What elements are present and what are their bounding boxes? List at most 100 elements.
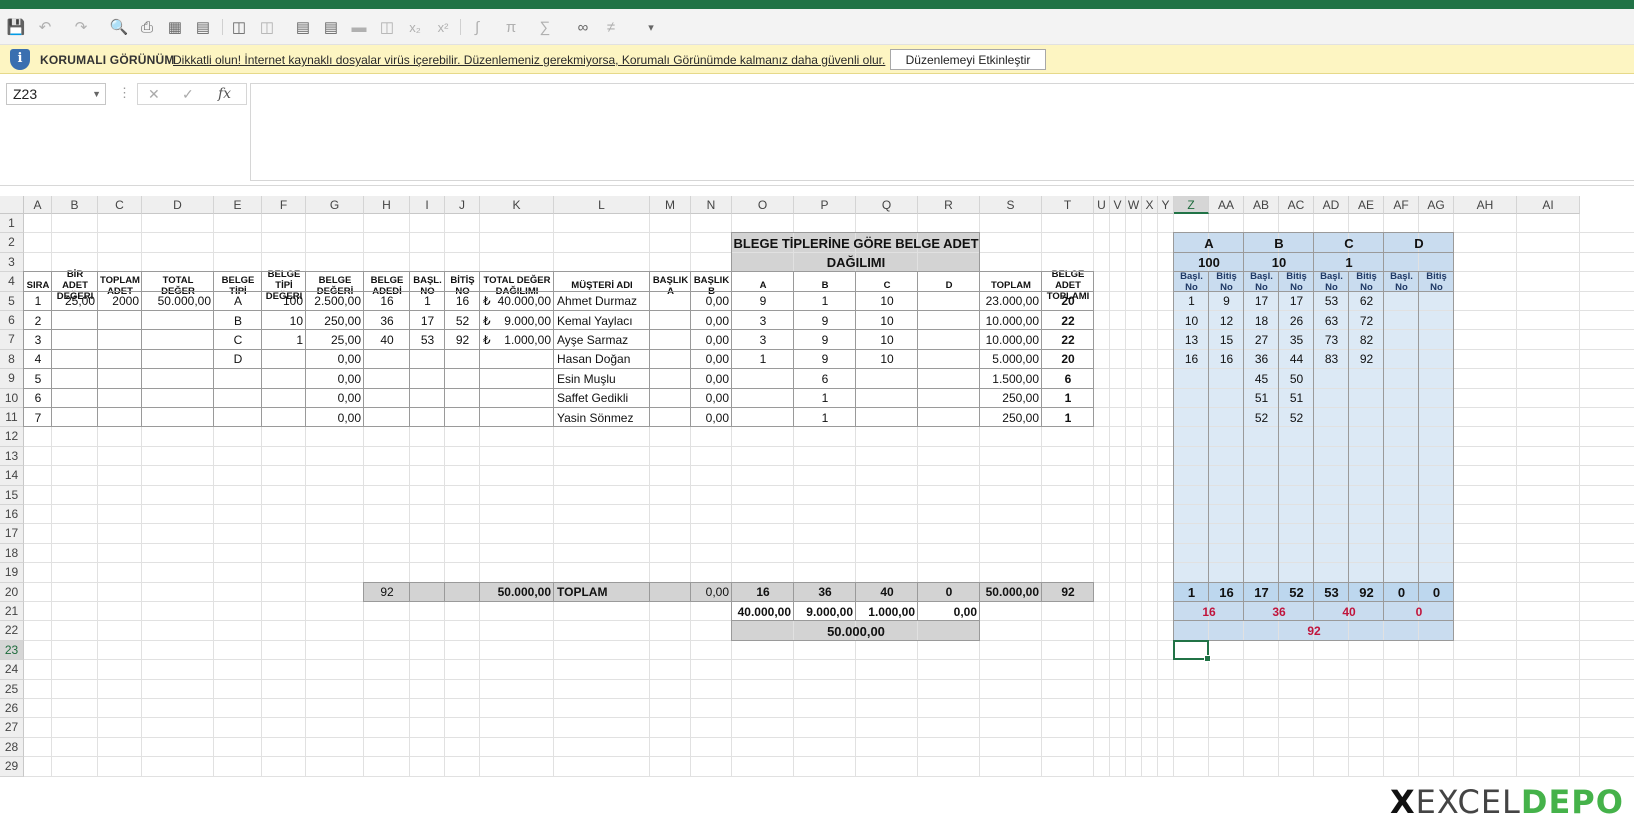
row-header-12[interactable]: 12	[0, 427, 24, 447]
column-header-m[interactable]: M	[650, 196, 691, 214]
sigma-icon[interactable]: ∑	[534, 16, 556, 38]
chevron-down-icon[interactable]: ▼	[92, 84, 101, 104]
redo-icon[interactable]: ↷	[70, 16, 92, 38]
column-header-v[interactable]: V	[1110, 196, 1126, 214]
row-header-9[interactable]: 9	[0, 369, 24, 389]
column-header-q[interactable]: Q	[856, 196, 918, 214]
insert-function-icon[interactable]: fx	[218, 86, 231, 102]
row-header-15[interactable]: 15	[0, 485, 24, 505]
row-header-19[interactable]: 19	[0, 563, 24, 583]
protected-view-message[interactable]: Dikkatli olun! İnternet kaynaklı dosyala…	[173, 53, 885, 67]
column-header-x[interactable]: X	[1142, 196, 1158, 214]
worksheet-grid[interactable]: A B C D E F G H I J K L M N O P Q R S T U V W X Y Z AA AB AC AD AE AF AG…	[0, 196, 1634, 823]
column-header-ad[interactable]: AD	[1314, 196, 1349, 214]
column-header-n[interactable]: N	[691, 196, 732, 214]
name-box[interactable]: Z23 ▼	[6, 83, 106, 105]
column-header-c[interactable]: C	[98, 196, 142, 214]
row-header-18[interactable]: 18	[0, 543, 24, 564]
row-header-14[interactable]: 14	[0, 466, 24, 486]
row-header-4[interactable]: 4	[0, 272, 24, 292]
row-header-7[interactable]: 7	[0, 330, 24, 350]
enable-editing-button[interactable]: Düzenlemeyi Etkinleştir	[890, 49, 1046, 70]
save-icon[interactable]: 💾	[5, 16, 27, 38]
row-header-22[interactable]: 22	[0, 621, 24, 641]
column-header-h[interactable]: H	[364, 196, 410, 214]
column-header-k[interactable]: K	[480, 196, 554, 214]
undo-icon[interactable]: ↶	[34, 16, 56, 38]
row-header-11[interactable]: 11	[0, 408, 24, 428]
row-header-13[interactable]: 13	[0, 446, 24, 467]
column-header-af[interactable]: AF	[1384, 196, 1419, 214]
column-header-o[interactable]: O	[732, 196, 794, 214]
row-header-3[interactable]: 3	[0, 252, 24, 273]
column-header-d[interactable]: D	[142, 196, 214, 214]
unmerge-icon[interactable]: ◫	[376, 16, 398, 38]
row-header-1[interactable]: 1	[0, 214, 24, 234]
row-header-25[interactable]: 25	[0, 679, 24, 699]
cell-border	[649, 407, 691, 428]
borders2-icon[interactable]: ▤	[192, 16, 214, 38]
column-header-j[interactable]: J	[445, 196, 480, 214]
borders-icon[interactable]: ▦	[164, 16, 186, 38]
print-preview-icon[interactable]: 🔍	[108, 16, 130, 38]
column-header-ac[interactable]: AC	[1279, 196, 1314, 214]
row-header-26[interactable]: 26	[0, 699, 24, 719]
merge-icon[interactable]: ▬	[348, 16, 370, 38]
column-header-ai[interactable]: AI	[1517, 196, 1580, 214]
column-header-p[interactable]: P	[794, 196, 856, 214]
column-header-aa[interactable]: AA	[1209, 196, 1244, 214]
row-header-5[interactable]: 5	[0, 291, 24, 311]
row-header-21[interactable]: 21	[0, 602, 24, 622]
row-header-27[interactable]: 27	[0, 718, 24, 738]
column-header-ag[interactable]: AG	[1419, 196, 1454, 214]
camera-icon[interactable]: ◫	[228, 16, 250, 38]
format-icon[interactable]: ◫	[256, 16, 278, 38]
column-header-e[interactable]: E	[214, 196, 262, 214]
row-header-17[interactable]: 17	[0, 524, 24, 544]
cell-tip: D	[233, 352, 243, 367]
text-box-icon[interactable]: ▤	[320, 16, 342, 38]
row-header-16[interactable]: 16	[0, 505, 24, 525]
formula-input[interactable]	[250, 83, 1634, 181]
pi-icon[interactable]: π	[500, 16, 522, 38]
column-header-ae[interactable]: AE	[1349, 196, 1384, 214]
column-header-b[interactable]: B	[52, 196, 98, 214]
enter-icon[interactable]: ✓	[182, 86, 194, 103]
column-header-w[interactable]: W	[1126, 196, 1142, 214]
row-header-29[interactable]: 29	[0, 757, 24, 777]
row-header-10[interactable]: 10	[0, 388, 24, 408]
row-header-6[interactable]: 6	[0, 311, 24, 331]
column-header-u[interactable]: U	[1094, 196, 1110, 214]
column-header-s[interactable]: S	[980, 196, 1042, 214]
row-header-23[interactable]: 23	[0, 640, 24, 661]
column-header-r[interactable]: R	[918, 196, 980, 214]
column-header-g[interactable]: G	[306, 196, 364, 214]
superscript-icon[interactable]: x²	[432, 16, 454, 38]
column-header-y[interactable]: Y	[1158, 196, 1174, 214]
integral-icon[interactable]: ∫	[466, 16, 488, 38]
row-header-8[interactable]: 8	[0, 349, 24, 370]
column-header-ah[interactable]: AH	[1454, 196, 1517, 214]
row-header-20[interactable]: 20	[0, 582, 24, 602]
subscript-icon[interactable]: x₂	[404, 16, 426, 38]
range-total: 0	[1432, 584, 1441, 600]
column-header-i[interactable]: I	[410, 196, 445, 214]
customize-icon[interactable]: ▾	[640, 16, 662, 38]
column-header-l[interactable]: L	[554, 196, 650, 214]
column-header-a[interactable]: A	[24, 196, 52, 214]
column-header-f[interactable]: F	[262, 196, 306, 214]
row-header-28[interactable]: 28	[0, 737, 24, 758]
select-all-corner[interactable]	[0, 196, 24, 214]
more-icon[interactable]: ⋮	[118, 85, 131, 101]
column-header-t[interactable]: T	[1042, 196, 1094, 214]
infinity-icon[interactable]: ∞	[572, 16, 594, 38]
cancel-icon[interactable]: ✕	[148, 86, 160, 103]
row-header-2[interactable]: 2	[0, 233, 24, 253]
row-header-24[interactable]: 24	[0, 660, 24, 680]
not-equal-icon[interactable]: ≠	[600, 16, 622, 38]
sort-icon[interactable]: ▤	[292, 16, 314, 38]
column-header-z[interactable]: Z	[1174, 196, 1209, 214]
column-header-ab[interactable]: AB	[1244, 196, 1279, 214]
active-cell-selection[interactable]	[1173, 639, 1211, 663]
print-icon[interactable]: ⎙	[136, 16, 158, 38]
